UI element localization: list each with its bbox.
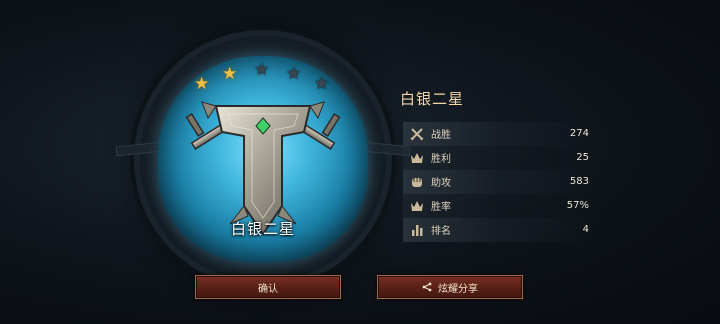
stat-label: 排名 bbox=[431, 226, 451, 238]
emblem-rank-label: 白银二星 bbox=[230, 220, 295, 238]
share-button[interactable]: 炫耀分享 bbox=[377, 275, 523, 299]
fist-icon bbox=[407, 172, 427, 192]
stat-value: 57% bbox=[566, 200, 589, 212]
crossed-swords-icon bbox=[407, 124, 427, 144]
stat-label: 胜利 bbox=[431, 154, 451, 166]
star-4-icon: ★ bbox=[286, 64, 302, 84]
star-2-icon: ★ bbox=[222, 64, 238, 84]
stat-value: 583 bbox=[569, 176, 589, 188]
stat-label: 助攻 bbox=[431, 178, 451, 190]
share-icon bbox=[422, 282, 432, 292]
confirm-button-label: 确认 bbox=[258, 283, 278, 295]
rank-stars: ★ ★ ★ ★ ★ bbox=[188, 60, 338, 93]
stat-row-assists: 助攻 583 bbox=[403, 170, 595, 194]
stat-value: 25 bbox=[576, 152, 589, 164]
stat-row-win-rate: 胜率 57% bbox=[403, 194, 595, 218]
rank-title: 白银二星 bbox=[400, 90, 465, 108]
bar-chart-icon bbox=[407, 220, 427, 240]
stat-label: 胜率 bbox=[431, 202, 451, 214]
stat-value: 274 bbox=[569, 128, 589, 140]
stat-value: 4 bbox=[582, 224, 589, 236]
stat-row-victories: 胜利 25 bbox=[403, 146, 595, 170]
crown-icon bbox=[407, 148, 427, 168]
rank-emblem: ★ ★ ★ ★ ★ 白银二星 bbox=[116, 26, 410, 296]
share-button-label: 炫耀分享 bbox=[438, 283, 478, 295]
star-3-icon: ★ bbox=[254, 60, 270, 80]
crown-icon bbox=[407, 196, 427, 216]
stats-list: 战胜 274 胜利 25 助攻 583 胜率 57% 排名 4 bbox=[403, 122, 595, 242]
confirm-button[interactable]: 确认 bbox=[195, 275, 341, 299]
stat-label: 战胜 bbox=[431, 130, 451, 142]
stat-row-wins: 战胜 274 bbox=[403, 122, 595, 146]
stat-row-ranking: 排名 4 bbox=[403, 218, 595, 242]
